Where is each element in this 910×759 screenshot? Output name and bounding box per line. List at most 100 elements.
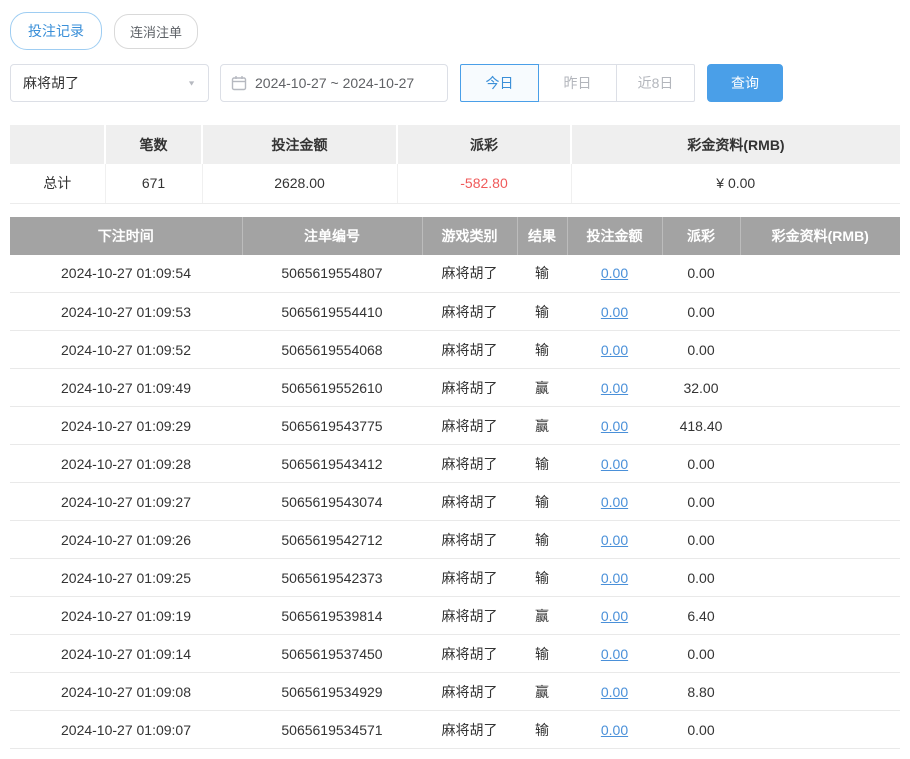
payout-cell: 0.00	[662, 711, 740, 749]
game-type-cell: 麻将胡了	[422, 369, 517, 407]
bet-amount-link[interactable]: 0.00	[601, 646, 628, 662]
jackpot-cell	[740, 369, 900, 407]
payout-cell: 0.00	[662, 483, 740, 521]
date-range-value: 2024-10-27 ~ 2024-10-27	[255, 75, 414, 91]
quick-date-group: 今日 昨日 近8日	[460, 64, 695, 102]
table-row: 2024-10-27 01:09:275065619543074麻将胡了输0.0…	[10, 483, 900, 521]
bet-time-cell: 2024-10-27 01:09:29	[10, 407, 242, 445]
bet-time-cell: 2024-10-27 01:09:28	[10, 445, 242, 483]
result-cell: 输	[517, 293, 567, 331]
header-bet-time: 下注时间	[10, 217, 242, 255]
payout-cell: 0.00	[662, 749, 740, 759]
order-id-cell: 5065619543775	[242, 407, 422, 445]
jackpot-cell	[740, 445, 900, 483]
game-type-cell: 麻将胡了	[422, 445, 517, 483]
summary-header-count: 笔数	[105, 125, 202, 164]
payout-cell: 0.00	[662, 293, 740, 331]
order-id-cell: 5065619543074	[242, 483, 422, 521]
table-row: 2024-10-27 01:09:255065619542373麻将胡了输0.0…	[10, 559, 900, 597]
game-type-cell: 麻将胡了	[422, 293, 517, 331]
payout-cell: 418.40	[662, 407, 740, 445]
bet-amount-link[interactable]: 0.00	[601, 418, 628, 434]
summary-header-payout: 派彩	[397, 125, 571, 164]
payout-cell: 0.00	[662, 521, 740, 559]
table-row: 2024-10-27 01:09:495065619552610麻将胡了赢 0.0…	[10, 369, 900, 407]
table-row: 2024-10-27 01:09:195065619539814麻将胡了赢0.0…	[10, 597, 900, 635]
summary-total-payout: -582.80	[397, 164, 571, 203]
result-cell: 输	[517, 483, 567, 521]
bet-amount-cell: 0.00	[567, 369, 662, 407]
game-type-cell: 麻将胡了	[422, 521, 517, 559]
result-cell: 输	[517, 445, 567, 483]
betting-records-page: 投注记录 连消注单 麻将胡了 ▼ 2024-10-27 ~ 2024-10-27…	[0, 0, 910, 759]
payout-cell: 32.00	[662, 369, 740, 407]
bet-amount-link[interactable]: 0.00	[601, 380, 628, 396]
quick-filter-yesterday[interactable]: 昨日	[538, 64, 617, 102]
bet-time-cell: 2024-10-27 01:09:49	[10, 369, 242, 407]
bet-amount-cell: 0.00	[567, 407, 662, 445]
game-select[interactable]: 麻将胡了 ▼	[10, 64, 209, 102]
tab-cancelled-orders[interactable]: 连消注单	[114, 14, 198, 49]
order-id-cell: 5065619534929	[242, 673, 422, 711]
tab-betting-records[interactable]: 投注记录	[10, 12, 102, 50]
result-cell: 赢	[517, 597, 567, 635]
payout-cell: 0.00	[662, 559, 740, 597]
bet-time-cell: 2024-10-27 01:09:25	[10, 559, 242, 597]
bet-time-cell: 2024-10-27 01:09:06	[10, 749, 242, 759]
payout-cell: 0.00	[662, 255, 740, 293]
payout-cell: 0.00	[662, 635, 740, 673]
bet-amount-link[interactable]: 0.00	[601, 722, 628, 738]
jackpot-cell	[740, 293, 900, 331]
jackpot-cell	[740, 559, 900, 597]
game-type-cell: 麻将胡了	[422, 331, 517, 369]
game-type-cell: 麻将胡了	[422, 749, 517, 759]
order-id-cell: 5065619539814	[242, 597, 422, 635]
order-id-cell: 5065619554807	[242, 255, 422, 293]
order-id-cell: 5065619554068	[242, 331, 422, 369]
bet-amount-link[interactable]: 0.00	[601, 456, 628, 472]
bet-amount-link[interactable]: 0.00	[601, 494, 628, 510]
table-row: 2024-10-27 01:09:295065619543775麻将胡了赢 0.0…	[10, 407, 900, 445]
table-row: 2024-10-27 01:09:075065619534571麻将胡了输0.0…	[10, 711, 900, 749]
bet-amount-link[interactable]: 0.00	[601, 608, 628, 624]
bet-amount-link[interactable]: 0.00	[601, 684, 628, 700]
bet-amount-cell: 0.00	[567, 749, 662, 759]
bet-amount-cell: 0.00	[567, 673, 662, 711]
bet-amount-cell: 0.00	[567, 559, 662, 597]
result-cell: 赢	[517, 407, 567, 445]
order-id-cell: 5065619534184	[242, 749, 422, 759]
bet-time-cell: 2024-10-27 01:09:07	[10, 711, 242, 749]
table-row: 2024-10-27 01:09:145065619537450麻将胡了输0.0…	[10, 635, 900, 673]
bet-amount-link[interactable]: 0.00	[601, 304, 628, 320]
summary-total-bet-amount: 2628.00	[202, 164, 397, 203]
summary-header-jackpot: 彩金资料(RMB)	[571, 125, 900, 164]
header-jackpot: 彩金资料(RMB)	[740, 217, 900, 255]
bet-time-cell: 2024-10-27 01:09:19	[10, 597, 242, 635]
bet-amount-cell: 0.00	[567, 597, 662, 635]
bet-amount-link[interactable]: 0.00	[601, 570, 628, 586]
bet-amount-cell: 0.00	[567, 635, 662, 673]
result-cell: 赢	[517, 369, 567, 407]
bet-amount-cell: 0.00	[567, 293, 662, 331]
order-id-cell: 5065619554410	[242, 293, 422, 331]
bet-amount-link[interactable]: 0.00	[601, 342, 628, 358]
order-id-cell: 5065619534571	[242, 711, 422, 749]
jackpot-cell	[740, 711, 900, 749]
summary-total-count: 671	[105, 164, 202, 203]
bet-time-cell: 2024-10-27 01:09:08	[10, 673, 242, 711]
bet-amount-link[interactable]: 0.00	[601, 532, 628, 548]
header-game-type: 游戏类别	[422, 217, 517, 255]
game-type-cell: 麻将胡了	[422, 673, 517, 711]
quick-filter-last8days[interactable]: 近8日	[616, 64, 695, 102]
bet-time-cell: 2024-10-27 01:09:27	[10, 483, 242, 521]
game-type-cell: 麻将胡了	[422, 407, 517, 445]
bet-amount-link[interactable]: 0.00	[601, 265, 628, 281]
table-row: 2024-10-27 01:09:285065619543412麻将胡了输0.0…	[10, 445, 900, 483]
summary-header-bet-amount: 投注金额	[202, 125, 397, 164]
payout-cell: 0.00	[662, 445, 740, 483]
query-button[interactable]: 查询	[707, 64, 783, 102]
header-order-id: 注单编号	[242, 217, 422, 255]
order-id-cell: 5065619552610	[242, 369, 422, 407]
date-range-input[interactable]: 2024-10-27 ~ 2024-10-27	[220, 64, 448, 102]
quick-filter-today[interactable]: 今日	[460, 64, 539, 102]
